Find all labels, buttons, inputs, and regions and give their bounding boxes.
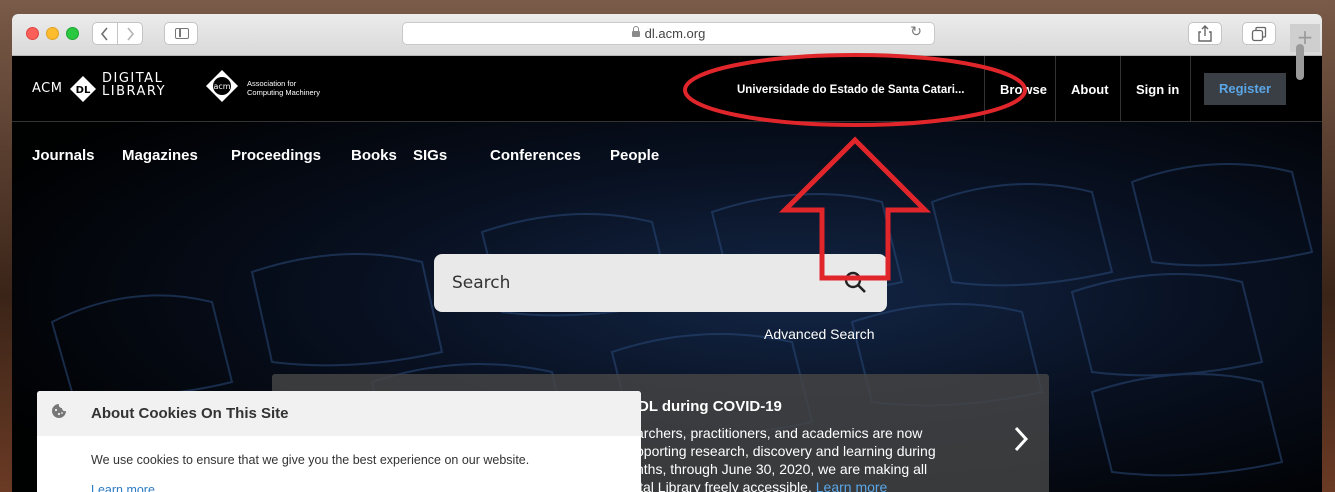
new-tab-button[interactable]: + [1290, 24, 1320, 52]
nav-people[interactable]: People [610, 147, 659, 164]
svg-text:acm: acm [213, 82, 230, 91]
scrollbar-thumb[interactable] [1296, 44, 1304, 80]
url-text: dl.acm.org [644, 26, 706, 41]
address-bar[interactable]: dl.acm.org ↻ [402, 22, 935, 45]
logo-word-library: LIBRARY [102, 84, 167, 99]
cookie-notice: About Cookies On This Site We use cookie… [37, 391, 641, 492]
minimize-window-button[interactable] [46, 27, 59, 40]
about-link[interactable]: About [1071, 82, 1109, 97]
cookie-notice-title: About Cookies On This Site [91, 405, 289, 422]
close-window-button[interactable] [26, 27, 39, 40]
dl-badge-icon: DL [70, 76, 96, 102]
site-header: ACM DL DIGITAL LIBRARY acm Association f [12, 56, 1322, 122]
nav-books[interactable]: Books [351, 147, 397, 164]
acm-diamond-icon: acm [206, 70, 238, 102]
tabs-icon [1251, 26, 1267, 42]
header-divider [1055, 56, 1056, 122]
sidebar-toggle-button[interactable] [164, 22, 198, 45]
logo-acm-text: ACM [32, 81, 63, 96]
covid-banner-title: DL during COVID-19 [638, 398, 782, 415]
header-divider [1120, 56, 1121, 122]
covid-learn-more-link[interactable]: Learn more [816, 479, 888, 492]
acm-association-line2: Computing Machinery [247, 88, 320, 97]
header-divider [984, 56, 985, 122]
chevron-right-icon [127, 27, 135, 41]
acm-association-line1: Association for [247, 79, 297, 88]
tab-overview-button[interactable] [1242, 22, 1276, 45]
nav-journals[interactable]: Journals [32, 147, 95, 164]
header-divider [1190, 56, 1191, 122]
cookie-notice-body: We use cookies to ensure that we give yo… [91, 453, 530, 467]
register-button[interactable]: Register [1204, 73, 1286, 105]
browser-toolbar: dl.acm.org ↻ + [12, 14, 1322, 56]
share-icon [1198, 25, 1212, 42]
back-button[interactable] [92, 22, 118, 45]
lock-icon [631, 26, 640, 37]
chevron-left-icon [100, 27, 108, 41]
nav-conferences[interactable]: Conferences [490, 147, 581, 164]
chevron-right-icon [1014, 426, 1029, 452]
svg-text:DL: DL [76, 85, 91, 96]
nav-sigs[interactable]: SIGs [413, 147, 447, 164]
share-button[interactable] [1188, 22, 1222, 45]
advanced-search-link[interactable]: Advanced Search [764, 326, 875, 342]
cookie-icon [52, 404, 66, 418]
institution-link[interactable]: Universidade do Estado de Santa Catari..… [737, 84, 965, 96]
primary-nav: Journals Magazines Proceedings Books SIG… [12, 122, 1322, 164]
search-input[interactable] [452, 270, 832, 296]
browse-link[interactable]: Browse [1000, 82, 1047, 97]
cookie-learn-more-link[interactable]: Learn more [91, 483, 155, 492]
covid-banner-body: archers, practitioners, and academics ar… [636, 424, 1001, 492]
browser-window: dl.acm.org ↻ + ACM DL DIGITAL LIBRARY ac… [12, 14, 1322, 492]
nav-proceedings[interactable]: Proceedings [231, 147, 321, 164]
zoom-window-button[interactable] [66, 27, 79, 40]
reload-icon[interactable]: ↻ [910, 24, 922, 40]
sign-in-link[interactable]: Sign in [1136, 82, 1179, 97]
acm-dl-homepage: ACM DL DIGITAL LIBRARY acm Association f [12, 56, 1322, 492]
sidebar-icon [175, 28, 189, 39]
search-icon[interactable] [843, 270, 869, 296]
search-box [434, 254, 887, 312]
carousel-next-button[interactable] [1010, 424, 1032, 454]
nav-magazines[interactable]: Magazines [122, 147, 198, 164]
forward-button[interactable] [117, 22, 143, 45]
